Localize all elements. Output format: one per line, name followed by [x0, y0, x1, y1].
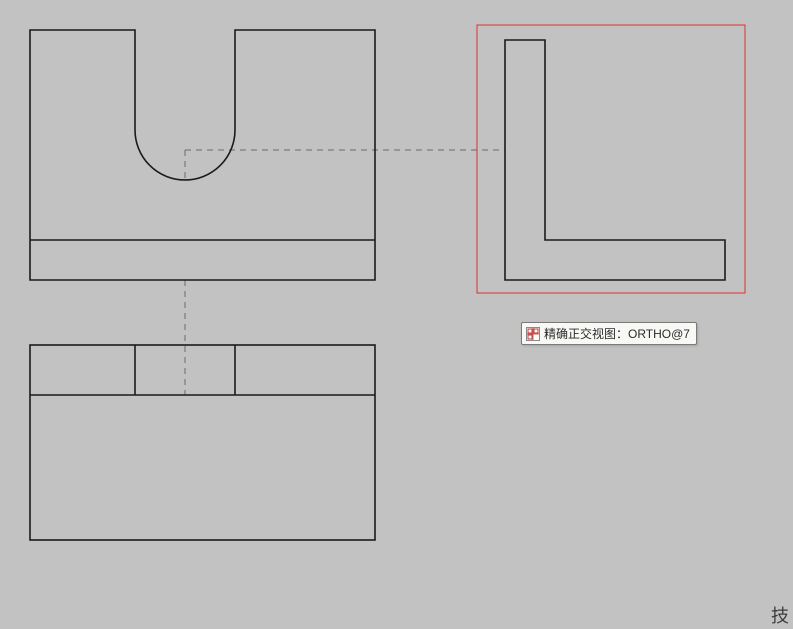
side-view[interactable] — [505, 40, 725, 280]
front-view-outline — [30, 30, 375, 280]
projection-lines — [185, 150, 505, 395]
tooltip-label: 精确正交视图：ORTHO@7 — [544, 325, 690, 342]
drawing-canvas[interactable] — [0, 0, 793, 629]
side-view-outline — [505, 40, 725, 280]
top-view[interactable] — [30, 345, 375, 540]
front-view[interactable] — [30, 30, 375, 280]
selection-rectangle[interactable] — [477, 25, 745, 293]
ortho-view-icon — [526, 327, 540, 341]
ortho-view-tooltip: 精确正交视图：ORTHO@7 — [521, 322, 697, 345]
corner-glyph: 技 — [771, 607, 789, 627]
top-view-outline — [30, 345, 375, 540]
